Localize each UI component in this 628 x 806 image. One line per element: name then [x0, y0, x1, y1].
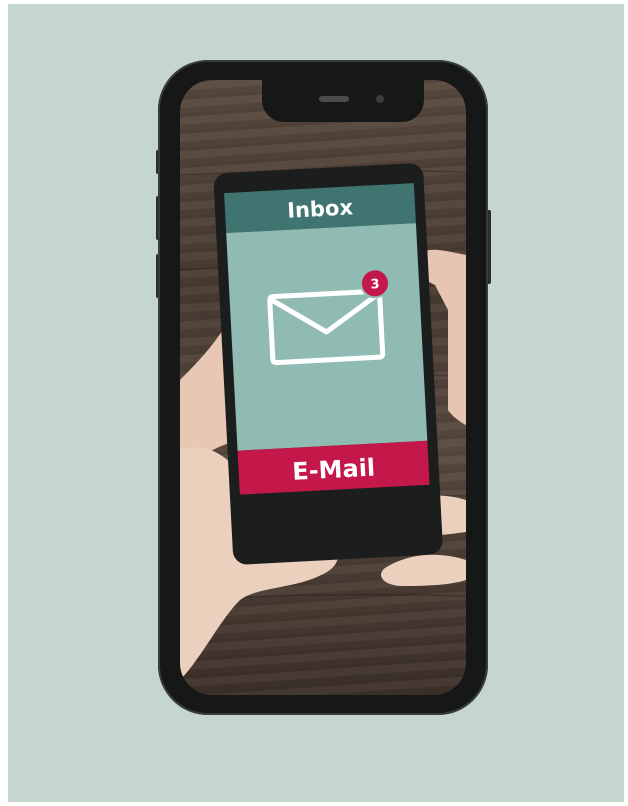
inbox-label: Inbox: [287, 195, 354, 222]
email-label: E-Mail: [292, 454, 376, 486]
phone-screen-photo: 3 Inbox E-Mail: [180, 80, 466, 695]
photo-illustration: 3 Inbox E-Mail: [180, 163, 466, 680]
phone-notch: [262, 80, 424, 122]
front-camera: [376, 95, 384, 103]
phone-mockup: 3 Inbox E-Mail: [158, 60, 488, 715]
notification-count: 3: [370, 277, 380, 292]
speaker-grille: [319, 96, 349, 102]
inner-phone-content: [226, 223, 428, 451]
